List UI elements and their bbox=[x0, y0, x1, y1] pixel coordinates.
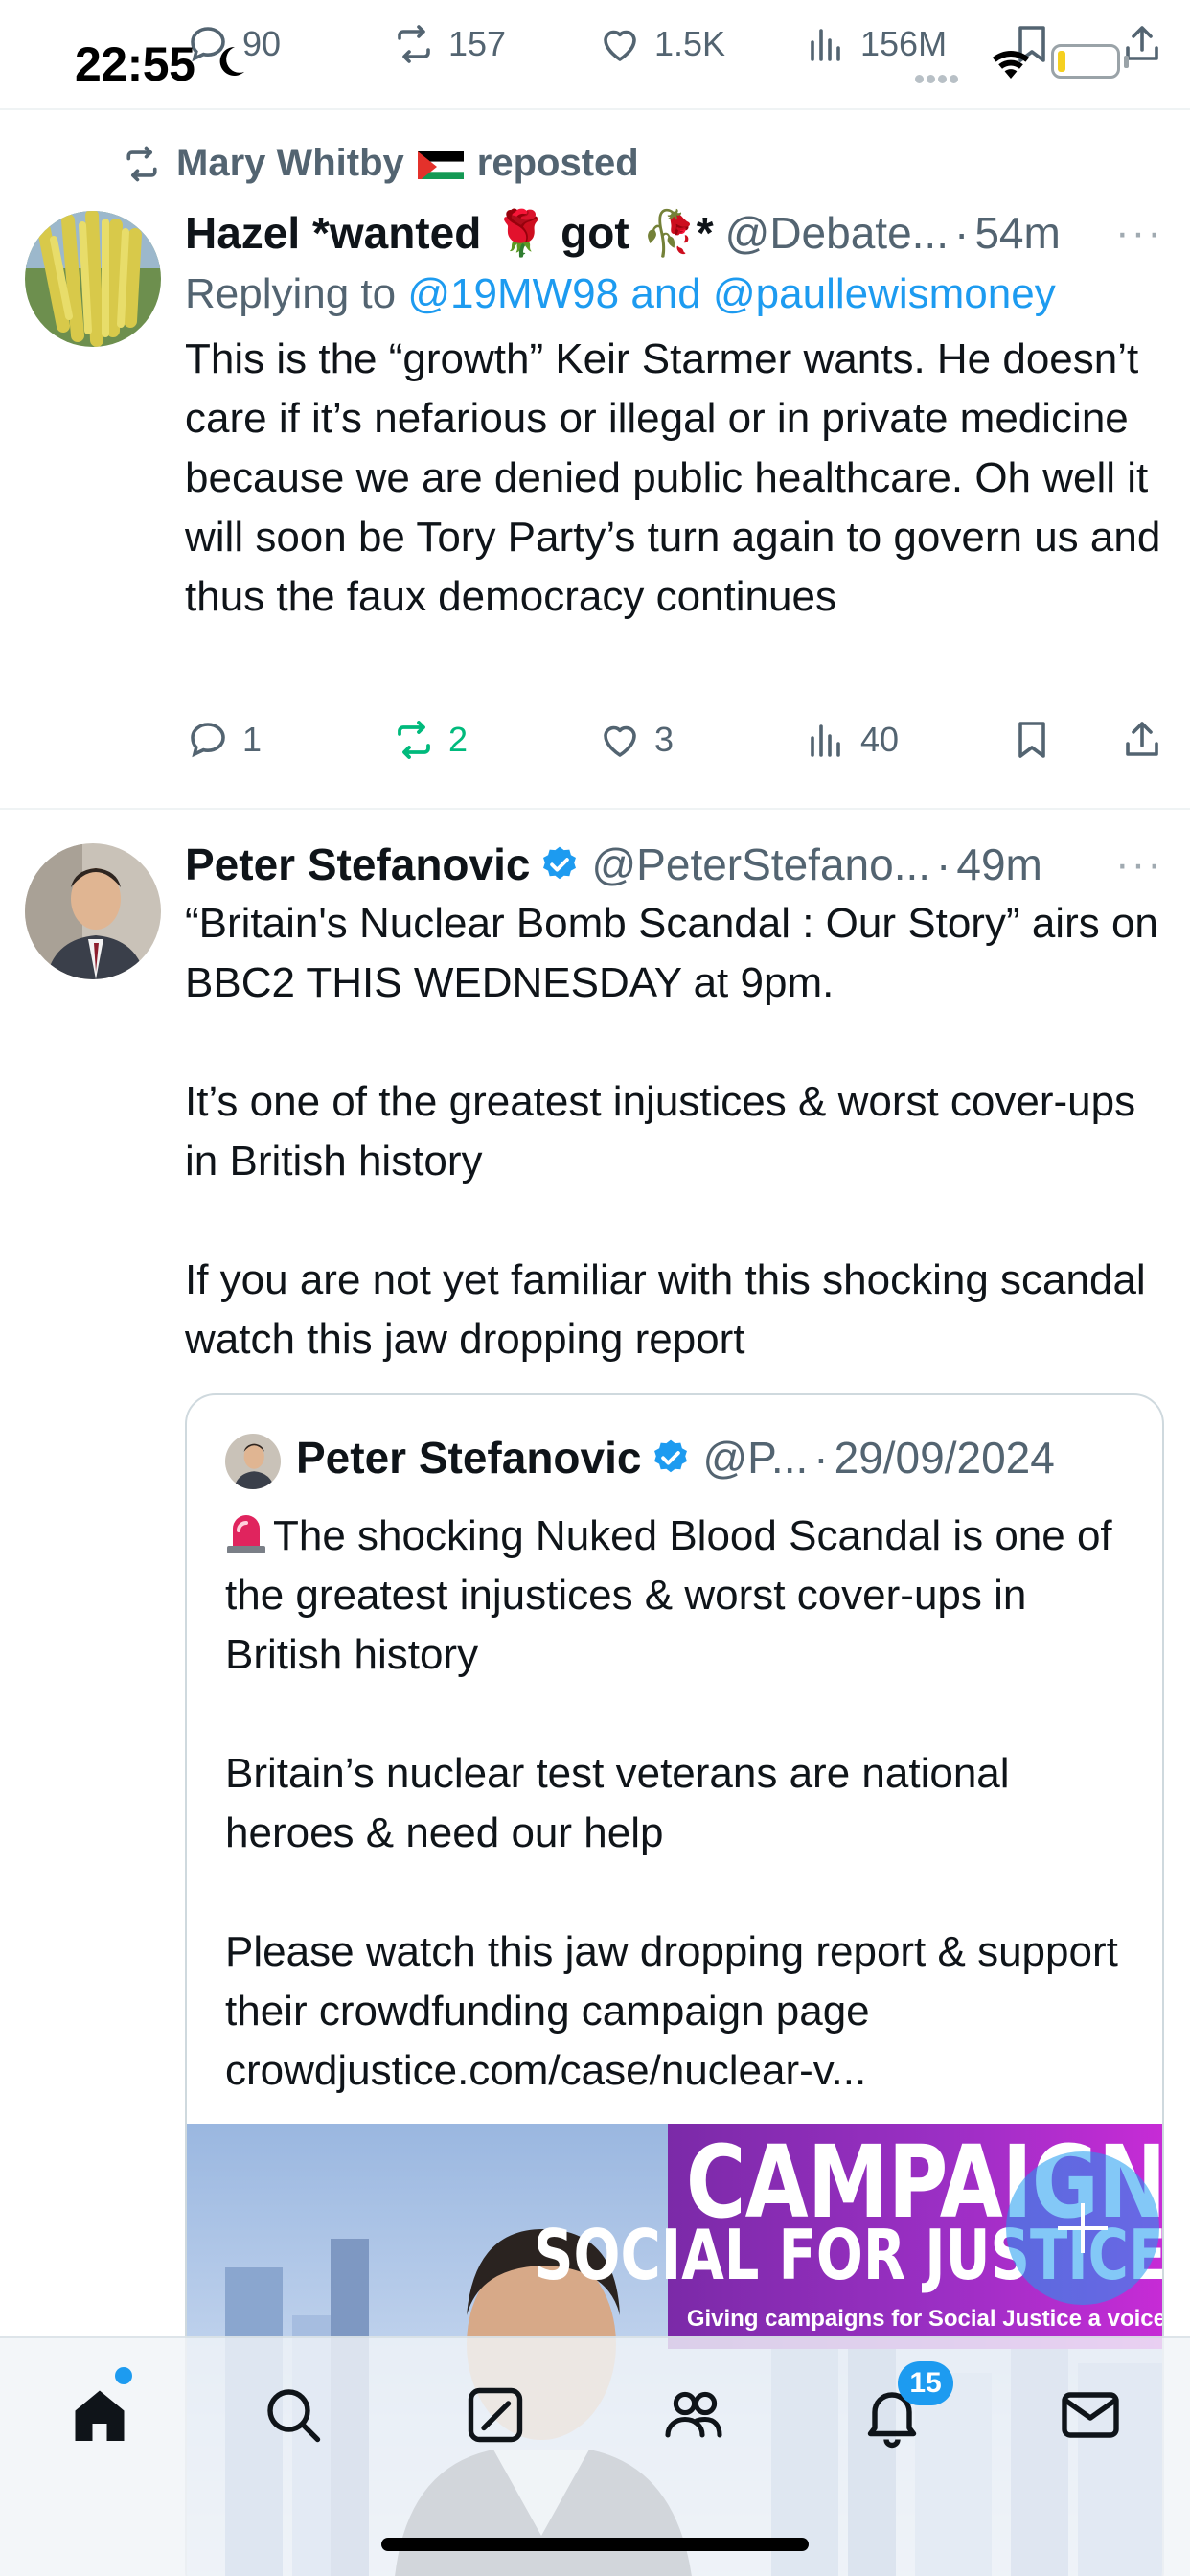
peter-avatar-image bbox=[225, 1434, 281, 1489]
notifications-badge: 15 bbox=[898, 2361, 953, 2405]
separator-dot: · bbox=[813, 1433, 829, 1483]
tweet-text: “Britain's Nuclear Bomb Scandal : Our St… bbox=[185, 900, 1158, 1363]
reply-mention-2[interactable]: @paullewismoney bbox=[713, 270, 1056, 317]
repost-user: Mary Whitby bbox=[176, 142, 404, 184]
author-name[interactable]: Hazel *wanted 🌹 got 🥀* bbox=[185, 207, 714, 260]
tab-search[interactable] bbox=[259, 2380, 328, 2450]
repost-count: 2 bbox=[448, 720, 469, 759]
peter-avatar-image bbox=[25, 843, 161, 979]
like-count: 3 bbox=[654, 720, 675, 759]
separator-dot: · bbox=[954, 208, 970, 258]
verified-badge-icon bbox=[543, 846, 577, 880]
tab-messages[interactable] bbox=[1056, 2380, 1125, 2450]
share-button[interactable] bbox=[1119, 717, 1165, 763]
compose-button[interactable] bbox=[1006, 2151, 1159, 2305]
avatar[interactable] bbox=[25, 843, 161, 979]
repost-icon bbox=[126, 146, 157, 181]
repost-label: reposted bbox=[476, 142, 639, 184]
tweet-actions: 1 2 3 40 bbox=[185, 717, 1172, 774]
verified-badge-icon bbox=[654, 1439, 688, 1473]
tweet-time[interactable]: 54m bbox=[974, 207, 1060, 259]
quoted-text-block: The shocking Nuked Blood Scandal is one … bbox=[225, 1506, 1145, 2101]
tab-communities[interactable] bbox=[659, 2380, 728, 2450]
avatar[interactable] bbox=[25, 211, 161, 347]
communities-icon bbox=[665, 2391, 722, 2438]
tweet-time[interactable]: 49m bbox=[956, 839, 1041, 890]
bookmark-icon bbox=[1018, 722, 1045, 758]
tweet-header: Peter Stefanovic @PeterStefano... · 49m … bbox=[185, 835, 1163, 894]
banner-line-3: Giving campaigns for Social Justice a vo… bbox=[686, 2306, 1164, 2332]
views-button[interactable]: 40 bbox=[803, 717, 899, 763]
quoted-author-name[interactable]: Peter Stefanovic bbox=[296, 1432, 641, 1484]
tab-grok[interactable] bbox=[461, 2380, 530, 2450]
repost-context[interactable]: Mary Whitby reposted bbox=[121, 142, 639, 185]
tweet-header: Hazel *wanted 🌹 got 🥀* @Debate... · 54m … bbox=[185, 203, 1163, 263]
author-name[interactable]: Peter Stefanovic bbox=[185, 839, 530, 890]
home-icon bbox=[75, 2390, 125, 2441]
views-icon bbox=[811, 724, 840, 757]
tweet-content: Peter Stefanovic @PeterStefano... · 49m … bbox=[185, 835, 1163, 1369]
quoted-header: Peter Stefanovic @P... · 29/09/2024 bbox=[296, 1432, 1055, 1484]
palestine-flag-icon bbox=[417, 149, 464, 179]
grok-icon bbox=[468, 2387, 523, 2443]
reply-icon bbox=[191, 723, 225, 758]
author-handle[interactable]: @PeterStefano... bbox=[591, 839, 930, 890]
reply-prefix: Replying to bbox=[185, 270, 397, 317]
repost-button[interactable]: 2 bbox=[391, 717, 468, 763]
bookmark-button[interactable] bbox=[1009, 717, 1055, 763]
mail-icon bbox=[1062, 2392, 1119, 2438]
quoted-avatar[interactable] bbox=[225, 1434, 281, 1489]
separator-dot: · bbox=[936, 840, 951, 889]
repost-icon bbox=[398, 721, 430, 759]
reply-mention-1[interactable]: @19MW98 bbox=[407, 270, 619, 317]
heart-icon bbox=[604, 725, 636, 757]
siren-icon bbox=[227, 1515, 265, 1553]
reply-button[interactable]: 1 bbox=[185, 717, 262, 763]
catkins-avatar-image bbox=[25, 211, 161, 347]
quoted-text: The shocking Nuked Blood Scandal is one … bbox=[225, 1512, 1118, 2094]
author-handle[interactable]: @Debate... bbox=[725, 207, 949, 259]
tweet-content: Hazel *wanted 🌹 got 🥀* @Debate... · 54m … bbox=[185, 203, 1163, 627]
quoted-author-handle[interactable]: @P... bbox=[702, 1432, 808, 1484]
tweet-hazel[interactable]: Mary Whitby reposted Hazel *wanted 🌹 got… bbox=[0, 0, 1190, 810]
home-indicator[interactable] bbox=[381, 2538, 809, 2551]
quoted-date[interactable]: 29/09/2024 bbox=[835, 1432, 1055, 1484]
tab-home[interactable] bbox=[65, 2380, 134, 2450]
tweet-text: This is the “growth” Keir Starmer wants.… bbox=[185, 335, 1173, 620]
like-button[interactable]: 3 bbox=[597, 717, 674, 763]
reply-and: and bbox=[630, 270, 701, 317]
more-options-button[interactable]: ··· bbox=[1115, 209, 1163, 257]
reply-count: 1 bbox=[242, 720, 263, 759]
more-options-button[interactable]: ··· bbox=[1115, 840, 1163, 888]
search-icon bbox=[267, 2389, 321, 2443]
share-icon bbox=[1126, 722, 1158, 756]
views-count: 40 bbox=[860, 720, 900, 759]
reply-context: Replying to @19MW98 and @paullewismoney bbox=[185, 263, 1163, 326]
